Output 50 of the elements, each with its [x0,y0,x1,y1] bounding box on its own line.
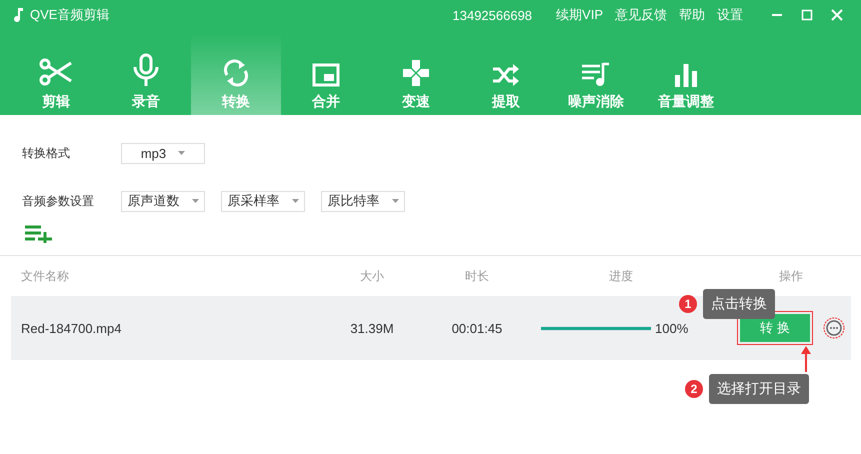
header-link[interactable]: 意见反馈 [615,6,667,24]
header-link[interactable]: 续期VIP [556,6,603,24]
tool-tab[interactable]: 合并 [281,35,371,115]
scissors-icon [38,57,74,87]
caret-icon [392,199,398,203]
window-icon [312,63,340,87]
tool-tab[interactable]: 提取 [461,35,551,115]
bar-chart-icon [674,63,698,87]
column-header: 操作 [778,268,804,284]
tool-tab[interactable]: 转换 [191,35,281,115]
column-header: 时长 [464,268,490,284]
dpad-icon [402,59,430,87]
close-icon[interactable] [831,9,843,21]
tool-tab[interactable]: 变速 [371,35,461,115]
file-size: 31.39M [349,320,395,336]
progress-percent: 100% [655,320,688,336]
caret-icon [192,199,198,203]
tool-tab[interactable]: 剪辑 [11,35,101,115]
add-list-icon[interactable] [25,225,53,243]
duration: 00:01:45 [450,320,504,336]
tool-tab[interactable]: 噪声消除 [551,35,641,115]
column-header: 进度 [608,268,634,284]
column-header: 大小 [359,268,385,284]
file-name: Red-184700.mp4 [20,320,122,336]
tool-tab[interactable]: 录音 [101,35,191,115]
column-header: 文件名称 [20,268,70,284]
refresh-icon [222,59,250,87]
format-dropdown[interactable]: mp3 [121,142,205,164]
music-list-icon [581,61,611,87]
tool-tab[interactable]: 音量调整 [641,35,731,115]
field-label: 转换格式 [22,144,71,162]
caret-icon [178,151,186,155]
microphone-icon [132,53,160,87]
callout-tooltip: 点击转换 [703,289,775,319]
convert-button[interactable]: 转 换 [740,314,810,342]
param-dropdown[interactable]: 原采样率 [221,190,305,212]
window-title: QVE音频剪辑 [30,6,110,24]
account-number: 13492566698 [452,8,532,22]
callout-tooltip: 选择打开目录 [709,374,809,404]
music-note-icon [14,8,24,22]
maximize-icon[interactable] [801,9,813,21]
more-icon[interactable] [823,317,845,339]
caret-icon [292,199,298,203]
header-link[interactable]: 帮助 [679,6,705,24]
param-dropdown[interactable]: 原声道数 [121,190,205,212]
step-badge: 2 [685,380,703,398]
param-dropdown[interactable]: 原比特率 [321,190,405,212]
shuffle-icon [492,63,520,87]
field-label: 音频参数设置 [22,192,95,210]
header-link[interactable]: 设置 [717,6,743,24]
